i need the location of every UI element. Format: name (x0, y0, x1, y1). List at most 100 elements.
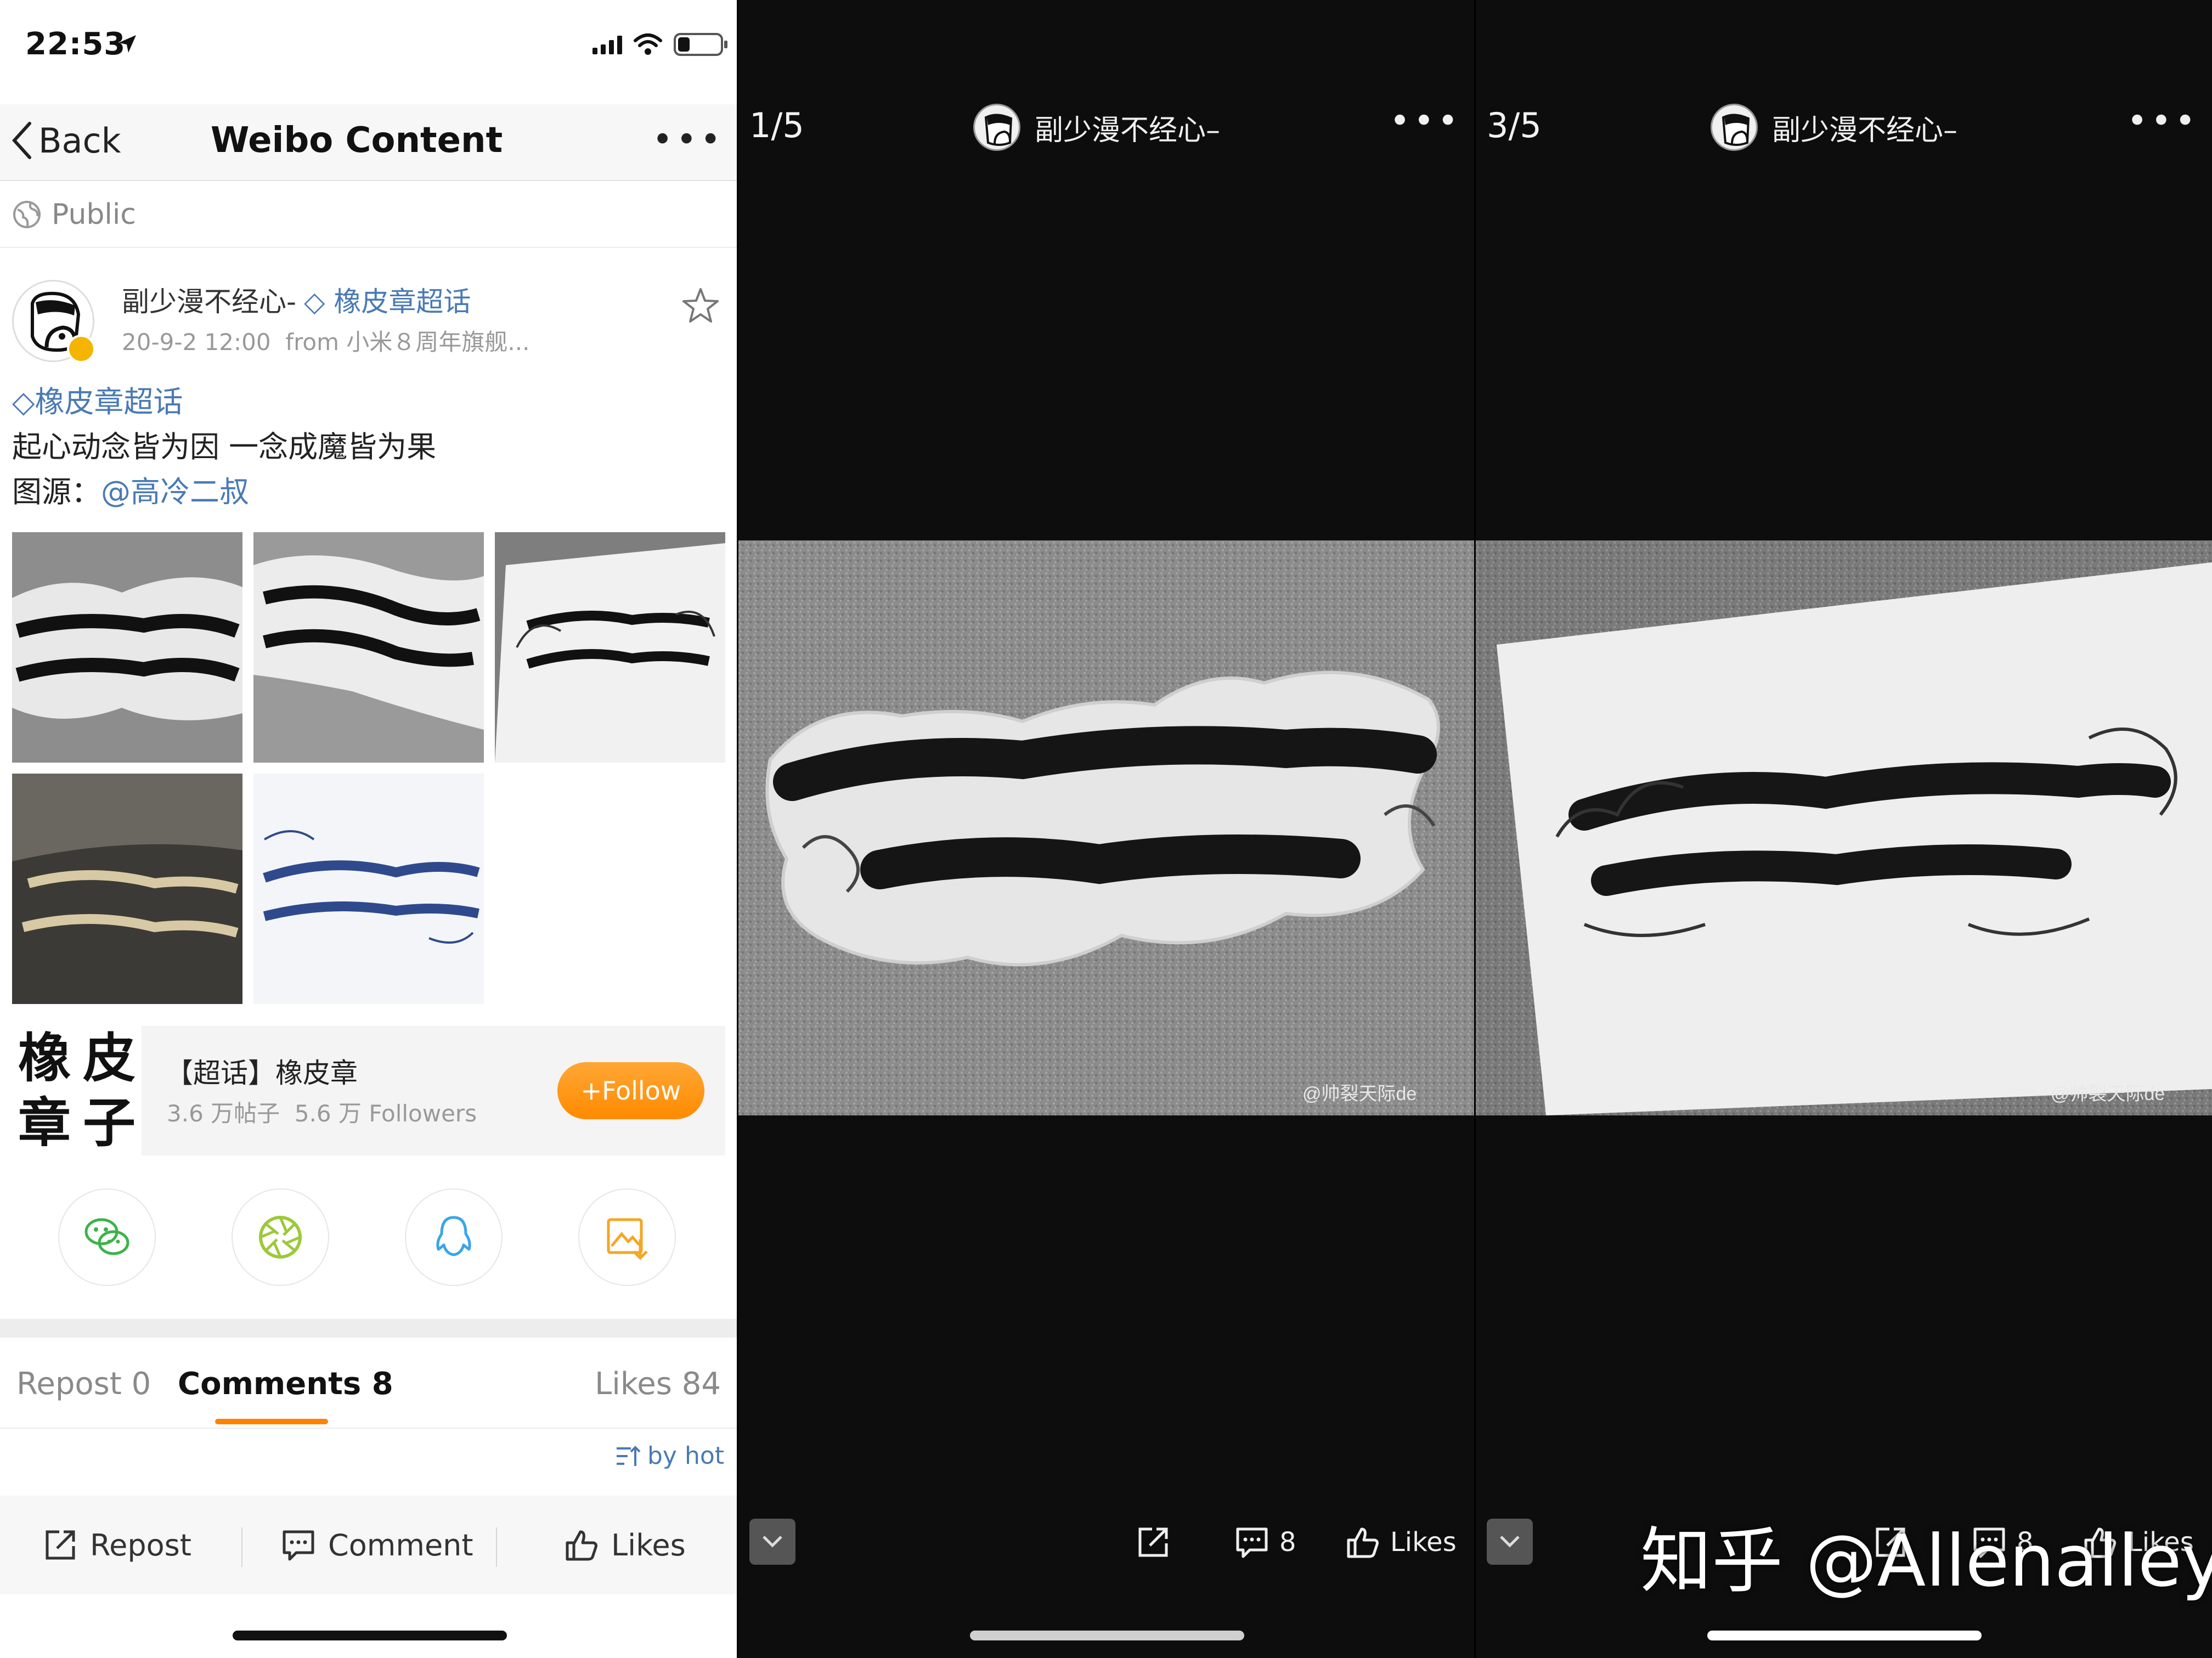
share-row (0, 1185, 737, 1289)
share-qq-button[interactable] (405, 1188, 503, 1286)
image-source-label: 图源： (12, 475, 101, 509)
post-meta: 20-9-2 12:00 from 小米８周年旗舰... (122, 324, 529, 357)
comment-button[interactable]: Comment (281, 1520, 473, 1570)
chevron-down-icon (763, 1536, 782, 1548)
image-thumb-1[interactable] (12, 532, 242, 763)
visibility-row: Public (0, 182, 737, 248)
post-header: 副少漫不经心- ◇ 橡皮章超话 20-9-2 12:00 from 小米８周年旗舰… (12, 274, 725, 368)
topic-logo-char: 章 (18, 1092, 71, 1154)
page-title: Weibo Content (210, 120, 503, 161)
comment-icon (1236, 1527, 1268, 1558)
moments-icon (259, 1216, 302, 1259)
viewer-likes-label: Likes (1390, 1527, 1457, 1558)
viewer-photo[interactable]: @帅裂天际de (737, 540, 1475, 1115)
image-thumb-3[interactable] (495, 532, 725, 763)
photo-stamp-closeup-icon: @帅裂天际de (737, 540, 1475, 1115)
site-watermark: 知乎 @Allenalley (1640, 1519, 2212, 1603)
likes-label: Likes (611, 1527, 686, 1563)
viewer-more-button[interactable]: ••• (1390, 104, 1462, 139)
sort-button[interactable]: by hot (614, 1442, 724, 1470)
image-thumb-2[interactable] (253, 532, 484, 763)
avatar-art-icon (1722, 114, 1750, 146)
photo-print-card-icon: @帅裂天际de (1475, 540, 2212, 1115)
follow-button[interactable]: +Follow (557, 1062, 704, 1119)
separator (241, 1527, 242, 1567)
more-button[interactable]: ••• (652, 122, 724, 157)
viewer-comment-count: 8 (1279, 1527, 1296, 1558)
viewer-repost-button[interactable] (1136, 1518, 1171, 1567)
topic-link[interactable]: ◇橡皮章超话 (12, 380, 725, 425)
image-thumb-5[interactable] (253, 774, 484, 1004)
author-name[interactable]: 副少漫不经心- (122, 286, 296, 318)
home-indicator (1707, 1631, 1982, 1640)
sort-icon (616, 1445, 641, 1466)
author-topic-label: 橡皮章超话 (334, 286, 471, 318)
image-counter: 3/5 (1487, 105, 1542, 145)
thumbs-up-icon (1347, 1527, 1379, 1558)
section-divider (0, 1319, 737, 1338)
visibility-label: Public (52, 198, 136, 231)
post-text: ◇橡皮章超话 起心动念皆为因 一念成魔皆为果 图源：@高冷二叔 (12, 380, 725, 515)
save-image-icon (607, 1218, 648, 1260)
thumbs-up-icon (566, 1530, 597, 1561)
verified-badge-icon (67, 335, 95, 363)
repost-icon (1138, 1527, 1168, 1557)
repost-button[interactable]: Repost (43, 1520, 191, 1570)
post-time: 20-9-2 12:00 (122, 329, 271, 356)
repost-label: Repost (90, 1527, 191, 1563)
photo-watermark: @帅裂天际de (2051, 1084, 2165, 1104)
viewer-comment-button[interactable]: 8 (1234, 1518, 1296, 1567)
panel-divider (1474, 0, 1476, 1658)
favorite-star-icon[interactable] (681, 286, 720, 325)
comment-tabs: Repost 0 Comments 8 Likes 84 (0, 1338, 737, 1429)
photo-watermark: @帅裂天际de (1302, 1084, 1417, 1104)
tab-comments[interactable]: Comments 8 (178, 1366, 393, 1402)
image-viewer-first: 1/5 副少漫不经心– ••• @帅裂天际de 8 Likes (737, 0, 1475, 1658)
home-indicator (970, 1631, 1244, 1640)
topic-link-label: 橡皮章超话 (35, 385, 183, 419)
topic-card[interactable]: 橡 皮 章 子 【超话】橡皮章 3.6 万帖子 5.6 万 Followers … (12, 1026, 725, 1155)
sort-label: by hot (647, 1442, 724, 1470)
share-save-button[interactable] (578, 1188, 676, 1286)
comment-label: Comment (328, 1527, 473, 1563)
topic-posts: 3.6 万帖子 (167, 1100, 280, 1127)
status-icons (592, 33, 727, 56)
weibo-content-screen: 22:53 Back Weibo Content ••• Public 副少漫不… (0, 0, 737, 1658)
panel-divider (737, 0, 738, 1658)
like-button[interactable]: Likes (564, 1520, 686, 1570)
topic-logo-char: 橡 (18, 1027, 71, 1089)
status-time: 22:53 (25, 26, 126, 62)
tab-repost[interactable]: Repost 0 (16, 1366, 151, 1402)
viewer-author[interactable]: 副少漫不经心– (973, 101, 1220, 154)
image-source-line: 图源：@高冷二叔 (12, 470, 725, 515)
collapse-button[interactable] (1487, 1519, 1533, 1565)
viewer-author-name: 副少漫不经心– (1772, 114, 1958, 147)
home-indicator (233, 1631, 507, 1640)
nav-bar: Back Weibo Content ••• (0, 104, 737, 181)
author-topic-tag[interactable]: ◇ 橡皮章超话 (304, 286, 471, 318)
viewer-author[interactable]: 副少漫不经心– (1711, 101, 1957, 154)
viewer-more-button[interactable]: ••• (2127, 104, 2199, 139)
viewer-like-button[interactable]: Likes (1345, 1518, 1457, 1567)
topic-logo: 橡 皮 章 子 (12, 1026, 142, 1155)
share-moments-button[interactable] (232, 1188, 329, 1286)
post-source: from 小米８周年旗舰... (285, 329, 530, 356)
photo-stamp-side-icon (253, 532, 484, 763)
topic-logo-char: 皮 (83, 1027, 136, 1089)
avatar (973, 104, 1020, 151)
collapse-button[interactable] (749, 1519, 795, 1565)
mention-link[interactable]: @高冷二叔 (101, 475, 249, 509)
share-wechat-button[interactable] (58, 1188, 156, 1286)
photo-print-card-icon (495, 532, 725, 763)
topic-followers: 5.6 万 Followers (294, 1100, 477, 1127)
topic-stats: 3.6 万帖子 5.6 万 Followers (167, 1095, 477, 1129)
image-thumb-4[interactable] (12, 774, 242, 1004)
topic-name: 【超话】橡皮章 (166, 1057, 358, 1089)
comment-icon (283, 1530, 314, 1561)
signal-icon (592, 35, 622, 54)
battery-icon (674, 33, 727, 56)
viewer-photo[interactable]: @帅裂天际de (1475, 540, 2212, 1115)
tab-likes[interactable]: Likes 84 (595, 1366, 721, 1402)
avatar (1711, 104, 1758, 151)
photo-gold-print-icon (12, 774, 242, 1004)
